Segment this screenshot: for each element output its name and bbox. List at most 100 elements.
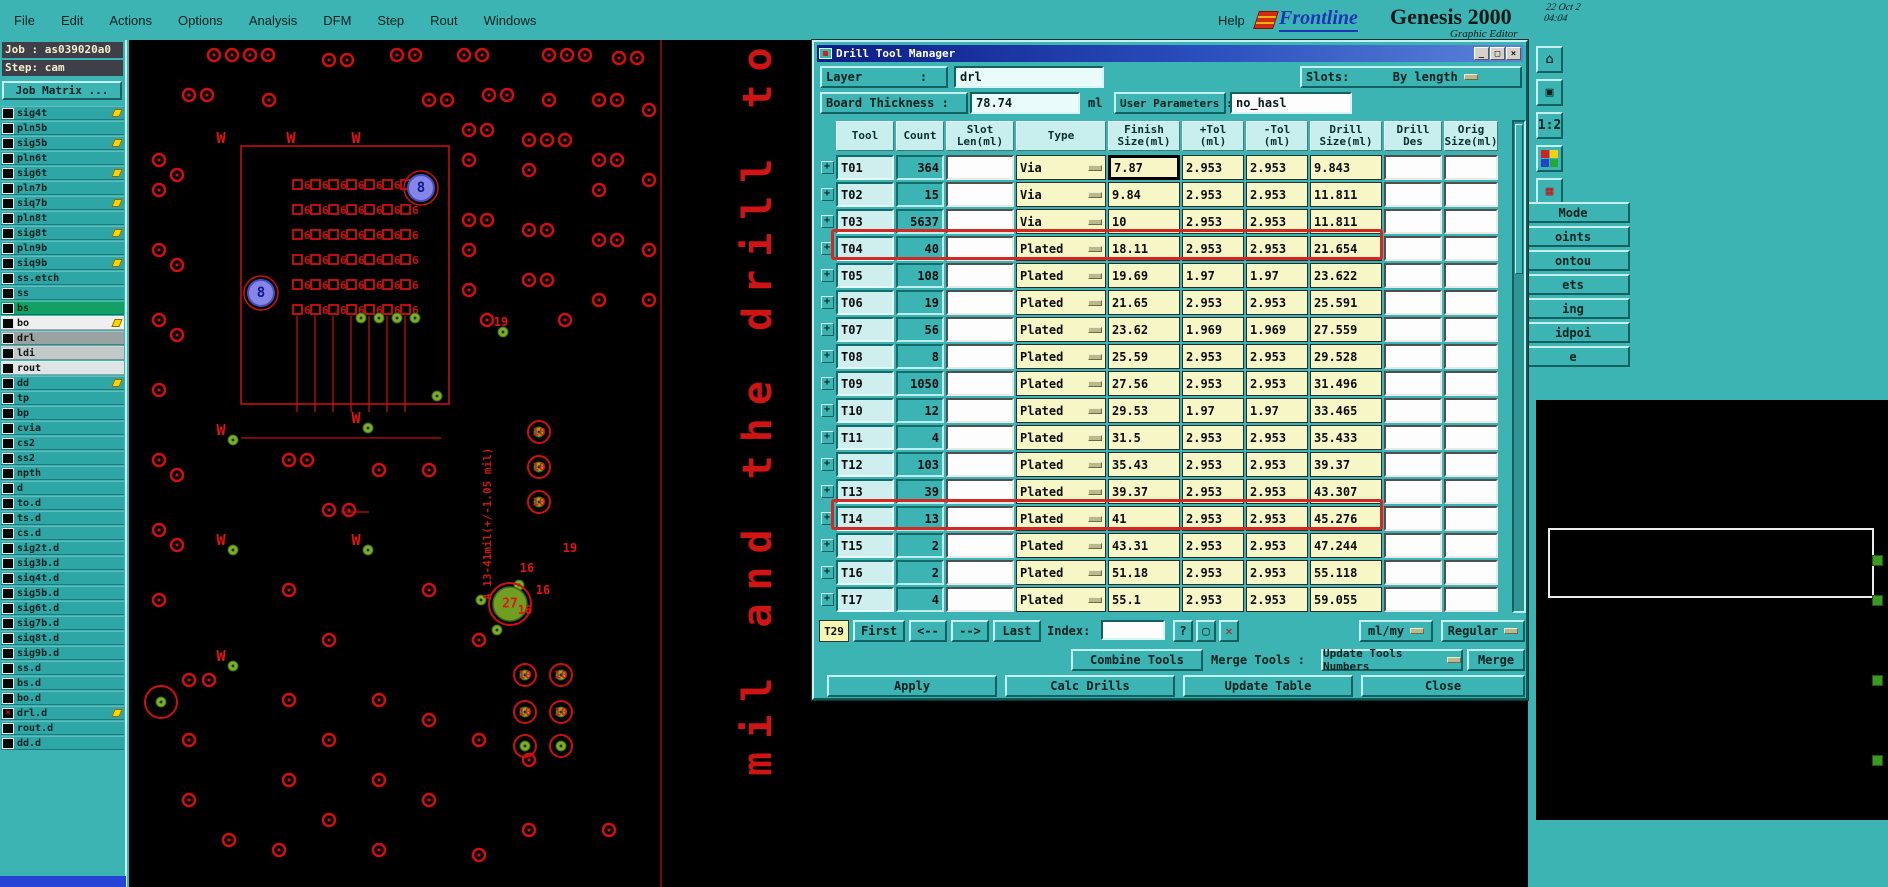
drill-size-input[interactable]: 29.528 [1310, 344, 1382, 369]
minus-tol-input[interactable]: 2.953 [1246, 479, 1308, 504]
add-row-icon[interactable]: + [820, 458, 834, 471]
minus-tol-input[interactable]: 2.953 [1246, 587, 1308, 612]
finish-size-input[interactable]: 21.65 [1108, 290, 1180, 315]
layer-visibility-checkbox[interactable]: ✕ [2, 707, 14, 719]
layer-visibility-checkbox[interactable] [2, 152, 14, 164]
layer-item-sig2t.d[interactable]: sig2t.d [1, 541, 124, 555]
zoom-scale-button[interactable]: 1:2 [1536, 112, 1563, 139]
plus-tol-input[interactable]: 2.953 [1182, 587, 1244, 612]
update-tools-numbers-dropdown[interactable]: Update Tools Numbers [1321, 647, 1463, 673]
orig-size-input[interactable] [1444, 371, 1498, 396]
orig-size-input[interactable] [1444, 560, 1498, 585]
tool-row-T04[interactable]: + T04 40 Plated 18.11 2.953 2.953 21.654 [819, 235, 1509, 262]
layer-visibility-checkbox[interactable] [2, 407, 14, 419]
type-dropdown[interactable]: Plated [1016, 290, 1106, 315]
drill-des-input[interactable] [1384, 236, 1442, 261]
orig-size-input[interactable] [1444, 182, 1498, 207]
layer-visibility-checkbox[interactable] [2, 662, 14, 674]
layer-visibility-checkbox[interactable] [2, 302, 14, 314]
type-dropdown[interactable]: Plated [1016, 587, 1106, 612]
type-dropdown[interactable]: Plated [1016, 533, 1106, 558]
layer-visibility-checkbox[interactable] [2, 347, 14, 359]
finish-size-input[interactable]: 19.69 [1108, 263, 1180, 288]
slot-len-input[interactable] [946, 290, 1014, 315]
drill-des-input[interactable] [1384, 452, 1442, 477]
drill-size-input[interactable]: 27.559 [1310, 317, 1382, 342]
slot-len-input[interactable] [946, 209, 1014, 234]
layer-item-ts.d[interactable]: ts.d [1, 511, 124, 525]
prev-button[interactable]: <-- [909, 620, 947, 642]
tool-row-T02[interactable]: + T02 15 Via 9.84 2.953 2.953 11.811 [819, 181, 1509, 208]
tool-row-T10[interactable]: + T10 12 Plated 29.53 1.97 1.97 33.465 [819, 397, 1509, 424]
drill-des-input[interactable] [1384, 371, 1442, 396]
board-thickness-input[interactable]: 78.74 [970, 92, 1080, 114]
delete-icon[interactable]: ✕ [1219, 620, 1239, 642]
minus-tol-input[interactable]: 2.953 [1246, 155, 1308, 180]
finish-size-input[interactable]: 29.53 [1108, 398, 1180, 423]
plus-tol-input[interactable]: 2.953 [1182, 452, 1244, 477]
minus-tol-input[interactable]: 2.953 [1246, 182, 1308, 207]
drill-des-input[interactable] [1384, 344, 1442, 369]
drill-des-input[interactable] [1384, 290, 1442, 315]
layer-visibility-checkbox[interactable] [2, 272, 14, 284]
orig-size-input[interactable] [1444, 533, 1498, 558]
layer-item-siq7b[interactable]: siq7b [1, 196, 124, 210]
orig-size-input[interactable] [1444, 506, 1498, 531]
tool-row-T15[interactable]: + T15 2 Plated 43.31 2.953 2.953 47.244 [819, 532, 1509, 559]
minus-tol-input[interactable]: 2.953 [1246, 533, 1308, 558]
add-row-icon[interactable]: + [820, 350, 834, 363]
layer-item-bp[interactable]: bp [1, 406, 124, 420]
layer-item-bs[interactable]: bs [1, 301, 124, 315]
dialog-titlebar[interactable]: Drill Tool Manager _ □ × [817, 45, 1523, 62]
type-dropdown[interactable]: Plated [1016, 560, 1106, 585]
table-scrollbar[interactable] [1512, 120, 1526, 613]
drill-des-input[interactable] [1384, 533, 1442, 558]
minus-tol-input[interactable]: 1.97 [1246, 263, 1308, 288]
finish-size-input[interactable]: 10 [1108, 209, 1180, 234]
layer-item-ss.etch[interactable]: ss.etch [1, 271, 124, 285]
layer-item-ss[interactable]: ss [1, 286, 124, 300]
type-dropdown[interactable]: Plated [1016, 506, 1106, 531]
slot-len-input[interactable] [946, 452, 1014, 477]
layer-visibility-checkbox[interactable] [2, 422, 14, 434]
merge-button[interactable]: Merge [1467, 649, 1525, 671]
layer-visibility-checkbox[interactable] [2, 452, 14, 464]
layer-visibility-checkbox[interactable] [2, 437, 14, 449]
drill-size-input[interactable]: 35.433 [1310, 425, 1382, 450]
layer-item-pln6t[interactable]: pln6t [1, 151, 124, 165]
layer-visibility-checkbox[interactable] [2, 392, 14, 404]
slot-len-input[interactable] [946, 533, 1014, 558]
finish-size-input[interactable]: 39.37 [1108, 479, 1180, 504]
layer-item-sig4t[interactable]: sig4t [1, 106, 124, 120]
drill-size-input[interactable]: 31.496 [1310, 371, 1382, 396]
scrollbar-thumb[interactable] [1515, 124, 1523, 274]
type-dropdown[interactable]: Plated [1016, 425, 1106, 450]
finish-size-input[interactable]: 43.31 [1108, 533, 1180, 558]
plus-tol-input[interactable]: 2.953 [1182, 344, 1244, 369]
orig-size-input[interactable] [1444, 587, 1498, 612]
type-dropdown[interactable]: Plated [1016, 398, 1106, 423]
add-row-icon[interactable]: + [820, 539, 834, 552]
panel-button-ets[interactable]: ets [1516, 274, 1630, 295]
drill-size-input[interactable]: 45.276 [1310, 506, 1382, 531]
layer-visibility-checkbox[interactable] [2, 332, 14, 344]
minus-tol-input[interactable]: 2.953 [1246, 209, 1308, 234]
slot-len-input[interactable] [946, 317, 1014, 342]
finish-size-input[interactable]: 7.87 [1108, 155, 1180, 180]
layer-visibility-checkbox[interactable] [2, 677, 14, 689]
menu-windows[interactable]: Windows [484, 13, 537, 28]
layer-item-sig8t[interactable]: sig8t [1, 226, 124, 240]
plus-tol-input[interactable]: 2.953 [1182, 182, 1244, 207]
slot-len-input[interactable] [946, 263, 1014, 288]
layer-item-pln8t[interactable]: pln8t [1, 211, 124, 225]
finish-size-input[interactable]: 27.56 [1108, 371, 1180, 396]
panel-button-ontou[interactable]: ontou [1516, 250, 1630, 271]
minus-tol-input[interactable]: 2.953 [1246, 425, 1308, 450]
layer-visibility-checkbox[interactable] [2, 122, 14, 134]
plus-tol-input[interactable]: 1.97 [1182, 263, 1244, 288]
layer-item-to.d[interactable]: to.d [1, 496, 124, 510]
menu-analysis[interactable]: Analysis [249, 13, 297, 28]
drill-des-input[interactable] [1384, 506, 1442, 531]
update-table-button[interactable]: Update Table [1183, 675, 1353, 697]
tool-row-T07[interactable]: + T07 56 Plated 23.62 1.969 1.969 27.559 [819, 316, 1509, 343]
